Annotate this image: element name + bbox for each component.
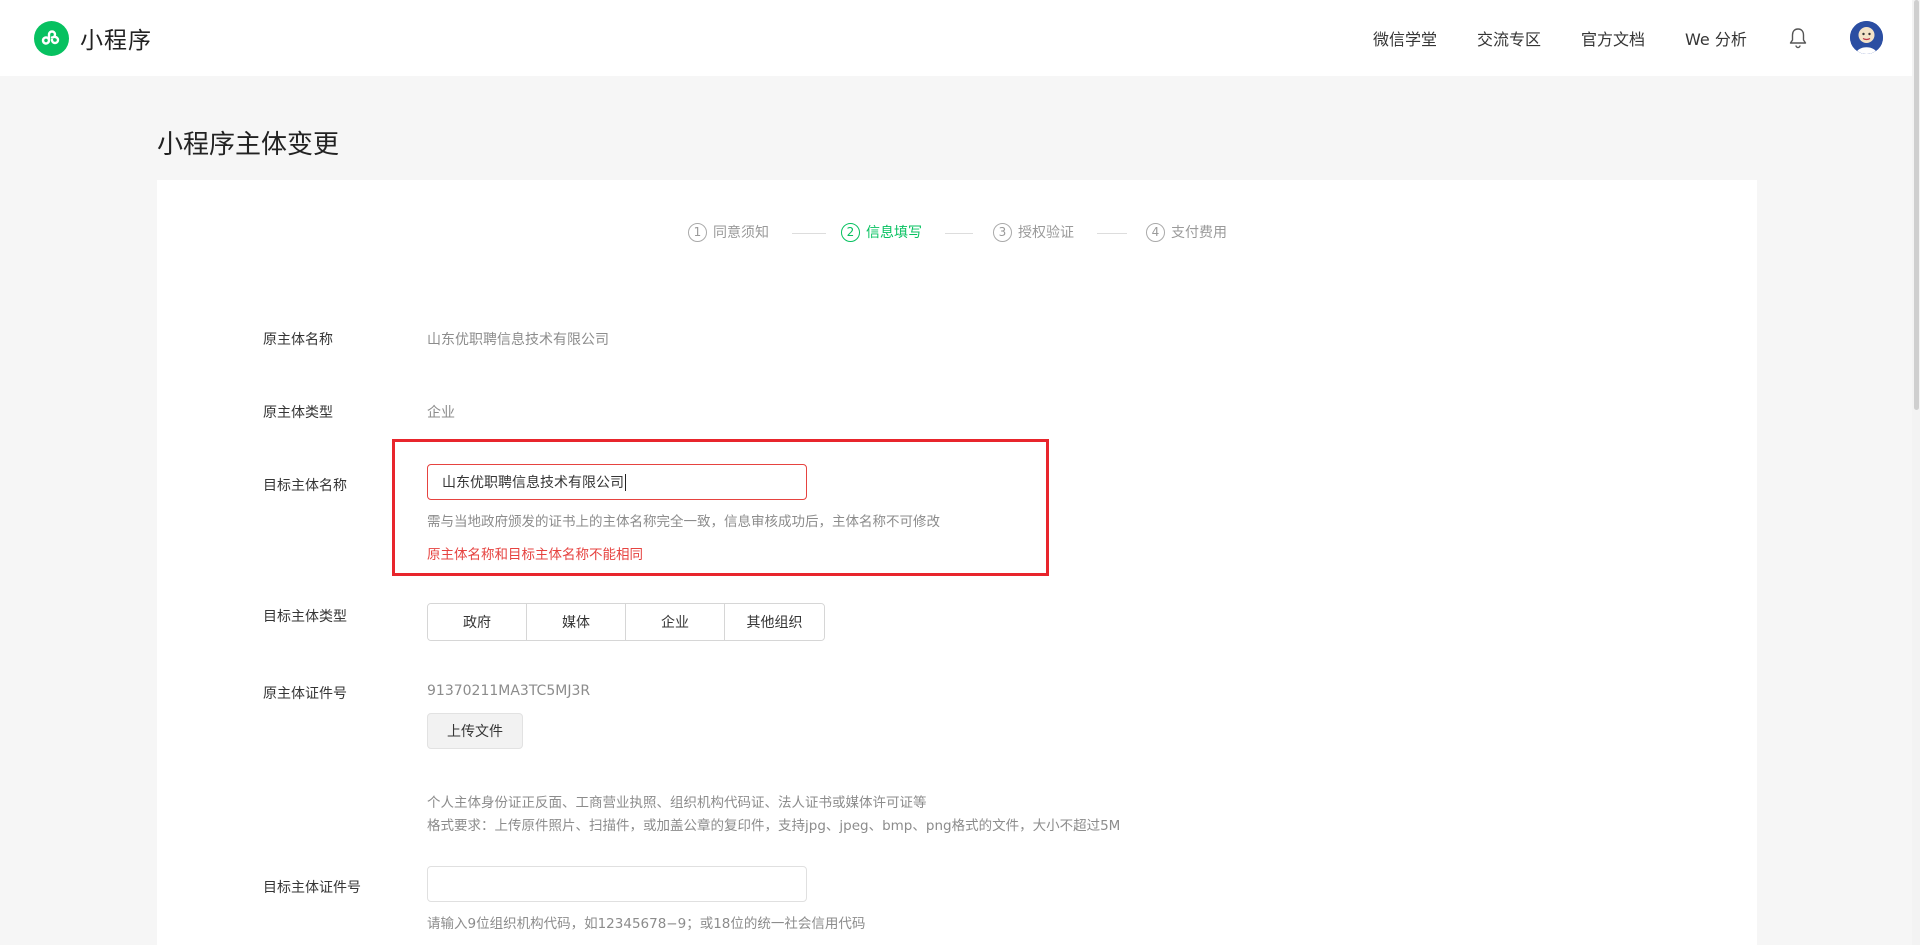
target-name-input-text: 山东优职聘信息技术有限公司 xyxy=(442,475,624,491)
nav-community[interactable]: 交流专区 xyxy=(1477,26,1541,50)
step-label: 信息填写 xyxy=(866,225,922,241)
target-cert-input[interactable] xyxy=(427,866,807,902)
target-name-error: 原主体名称和目标主体名称不能相同 xyxy=(427,547,643,563)
target-name-input[interactable]: 山东优职聘信息技术有限公司 xyxy=(427,464,807,500)
brand[interactable]: 小程序 xyxy=(34,20,152,56)
text-caret xyxy=(625,473,626,491)
scrollbar-thumb[interactable] xyxy=(1914,0,1919,410)
upload-file-button[interactable]: 上传文件 xyxy=(427,713,523,749)
step-number: 1 xyxy=(688,222,707,242)
step-number: 3 xyxy=(993,222,1012,242)
page-title: 小程序主体变更 xyxy=(157,130,340,160)
step-info-fill: 2 信息填写 xyxy=(841,222,922,242)
type-option-other[interactable]: 其他组织 xyxy=(725,604,824,640)
original-name-label: 原主体名称 xyxy=(263,332,333,348)
step-label: 同意须知 xyxy=(713,225,769,241)
step-indicator: 1 同意须知 2 信息填写 3 授权验证 4 支付费用 xyxy=(0,222,1920,246)
top-bar: 小程序 微信学堂 交流专区 官方文档 We 分析 xyxy=(0,0,1920,76)
miniprogram-logo-icon xyxy=(34,20,69,56)
upload-hint-types: 个人主体身份证正反面、工商营业执照、组织机构代码证、法人证书或媒体许可证等 xyxy=(427,795,927,811)
target-type-label: 目标主体类型 xyxy=(263,609,347,625)
step-connector xyxy=(1097,233,1127,234)
brand-name: 小程序 xyxy=(80,28,152,54)
step-label: 授权验证 xyxy=(1018,225,1074,241)
original-cert-label: 原主体证件号 xyxy=(263,686,347,702)
nav-we-analysis[interactable]: We 分析 xyxy=(1685,26,1747,50)
original-type-value: 企业 xyxy=(427,405,455,421)
target-name-hint: 需与当地政府颁发的证书上的主体名称完全一致，信息审核成功后，主体名称不可修改 xyxy=(427,514,940,530)
nav-docs[interactable]: 官方文档 xyxy=(1581,26,1645,50)
bell-icon[interactable] xyxy=(1788,27,1808,49)
step-label: 支付费用 xyxy=(1171,225,1227,241)
nav-weixin-school[interactable]: 微信学堂 xyxy=(1373,26,1437,50)
target-type-selector: 政府 媒体 企业 其他组织 xyxy=(427,603,825,641)
target-name-label: 目标主体名称 xyxy=(263,478,347,494)
type-option-media[interactable]: 媒体 xyxy=(527,604,626,640)
step-agreement: 1 同意须知 xyxy=(688,222,769,242)
step-payment: 4 支付费用 xyxy=(1146,222,1227,242)
step-authorization: 3 授权验证 xyxy=(993,222,1074,242)
avatar[interactable] xyxy=(1850,21,1883,54)
original-name-value: 山东优职聘信息技术有限公司 xyxy=(427,332,609,348)
step-number: 4 xyxy=(1146,222,1165,242)
target-cert-label: 目标主体证件号 xyxy=(263,880,361,896)
step-connector xyxy=(945,233,973,234)
type-option-enterprise[interactable]: 企业 xyxy=(626,604,725,640)
step-connector xyxy=(792,233,826,234)
upload-hint-format: 格式要求：上传原件照片、扫描件，或加盖公章的复印件，支持jpg、jpeg、bmp… xyxy=(427,818,1121,834)
step-number: 2 xyxy=(841,222,860,242)
original-cert-value: 91370211MA3TC5MJ3R xyxy=(427,683,591,699)
target-cert-hint: 请输入9位组织机构代码，如12345678−9；或18位的统一社会信用代码 xyxy=(427,916,866,932)
type-option-government[interactable]: 政府 xyxy=(428,604,527,640)
original-type-label: 原主体类型 xyxy=(263,405,333,421)
